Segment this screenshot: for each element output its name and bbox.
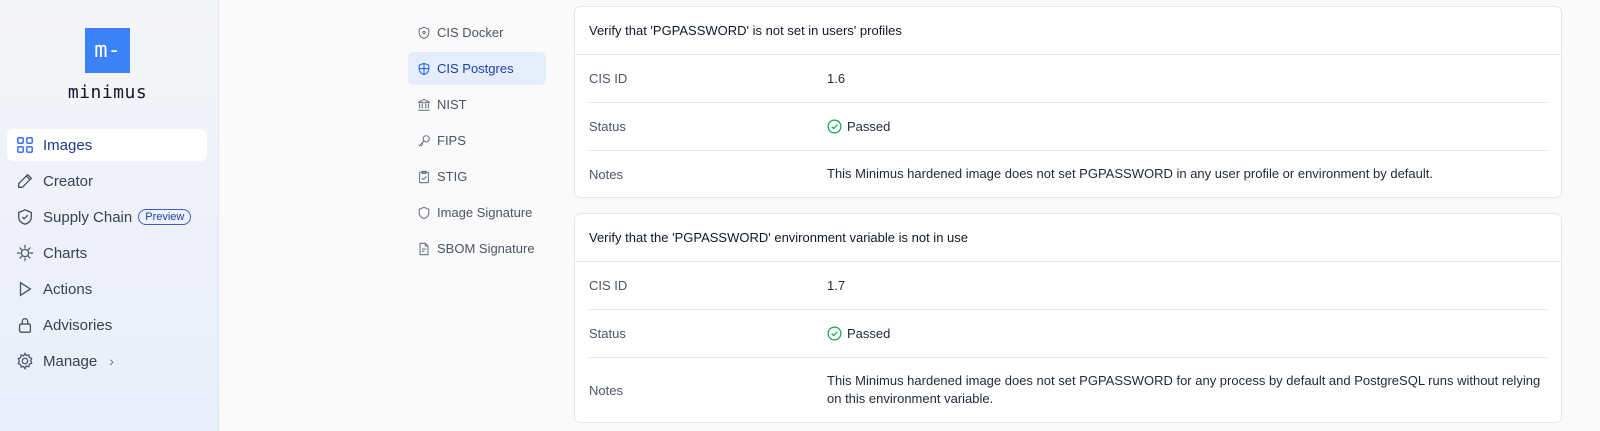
logo[interactable]: m- (85, 28, 130, 73)
cis-id-row: CIS ID 1.7 (589, 262, 1547, 310)
sidebar-item-label: Images (43, 136, 93, 154)
sidebar-item-label: Actions (43, 280, 93, 298)
notes-row: Notes This Minimus hardened image does n… (589, 151, 1547, 197)
helm-icon (15, 243, 35, 263)
tab-cis-postgres[interactable]: CIS Postgres (408, 52, 546, 85)
preview-badge: Preview (138, 209, 192, 225)
tab-label: NIST (437, 97, 467, 112)
status-label: Status (589, 119, 626, 134)
tab-fips[interactable]: FIPS (408, 124, 546, 157)
sidebar-item-manage[interactable]: Manage › (7, 345, 207, 377)
tab-cis-docker[interactable]: CIS Docker (408, 16, 546, 49)
key-icon (417, 134, 431, 148)
status-row: Status Passed (589, 103, 1547, 151)
shield-icon (417, 62, 431, 76)
brand-name: minimus (67, 82, 148, 103)
compliance-nav: CIS Docker CIS Postgres NIST FIPS STIG I… (408, 16, 546, 268)
main-nav: Images Creator Supply Chain Preview Char… (7, 129, 207, 381)
building-icon (417, 98, 431, 112)
tab-sbom-signature[interactable]: SBOM Signature (408, 232, 546, 265)
sidebar: m- minimus Images Creator Supply Chain P… (0, 0, 219, 431)
lock-icon (15, 315, 35, 335)
tab-label: STIG (437, 169, 468, 184)
play-icon (15, 279, 35, 299)
chevron-right-icon[interactable]: › (109, 353, 114, 369)
sidebar-item-label: Creator (43, 172, 94, 190)
shield-link-icon (15, 207, 35, 227)
tab-label: Image Signature (437, 205, 533, 220)
sidebar-item-charts[interactable]: Charts (7, 237, 207, 269)
check-circle-icon (827, 326, 842, 341)
tab-nist[interactable]: NIST (408, 88, 546, 121)
tab-label: CIS Postgres (437, 61, 514, 76)
notes-value: This Minimus hardened image does not set… (827, 166, 1433, 181)
sidebar-item-label: Supply Chain (43, 208, 133, 226)
notes-row: Notes This Minimus hardened image does n… (589, 358, 1547, 422)
notes-value: This Minimus hardened image does not set… (827, 373, 1541, 406)
notes-label: Notes (589, 166, 623, 182)
logo-glyph: m- (94, 38, 121, 63)
sidebar-item-label: Charts (43, 244, 88, 262)
status-row: Status Passed (589, 310, 1547, 358)
tab-label: SBOM Signature (437, 241, 535, 256)
sidebar-item-actions[interactable]: Actions (7, 273, 207, 305)
tab-label: FIPS (437, 133, 466, 148)
tab-stig[interactable]: STIG (408, 160, 546, 193)
pencil-icon (15, 171, 35, 191)
shield-outline-icon (417, 206, 431, 220)
status-label: Status (589, 326, 626, 341)
status-badge: Passed (827, 325, 1547, 343)
status-value: Passed (847, 118, 891, 134)
cis-id-label: CIS ID (589, 71, 628, 86)
sidebar-item-images[interactable]: Images (7, 129, 207, 161)
sidebar-item-supply-chain[interactable]: Supply Chain Preview (7, 201, 207, 233)
cis-id-value: 1.6 (827, 70, 846, 86)
notes-label: Notes (589, 382, 623, 398)
document-icon (417, 242, 431, 256)
check-title: Verify that the 'PGPASSWORD' environment… (575, 214, 1561, 262)
cis-id-row: CIS ID 1.6 (589, 55, 1547, 103)
status-value: Passed (847, 325, 891, 341)
check-card: Verify that the 'PGPASSWORD' environment… (574, 213, 1562, 423)
cis-id-label: CIS ID (589, 278, 628, 293)
check-card: Verify that 'PGPASSWORD' is not set in u… (574, 6, 1562, 198)
sidebar-item-label: Advisories (43, 316, 113, 334)
sidebar-item-advisories[interactable]: Advisories (7, 309, 207, 341)
tab-label: CIS Docker (437, 25, 504, 40)
sidebar-item-label: Manage (43, 352, 98, 370)
tab-image-signature[interactable]: Image Signature (408, 196, 546, 229)
grid-icon (15, 135, 35, 155)
status-badge: Passed (827, 118, 1547, 136)
sidebar-item-creator[interactable]: Creator (7, 165, 207, 197)
check-circle-icon (827, 119, 842, 134)
shield-icon (417, 26, 431, 40)
gear-icon (15, 351, 35, 371)
check-title: Verify that 'PGPASSWORD' is not set in u… (575, 7, 1561, 55)
cis-id-value: 1.7 (827, 277, 846, 293)
clipboard-icon (417, 170, 431, 184)
